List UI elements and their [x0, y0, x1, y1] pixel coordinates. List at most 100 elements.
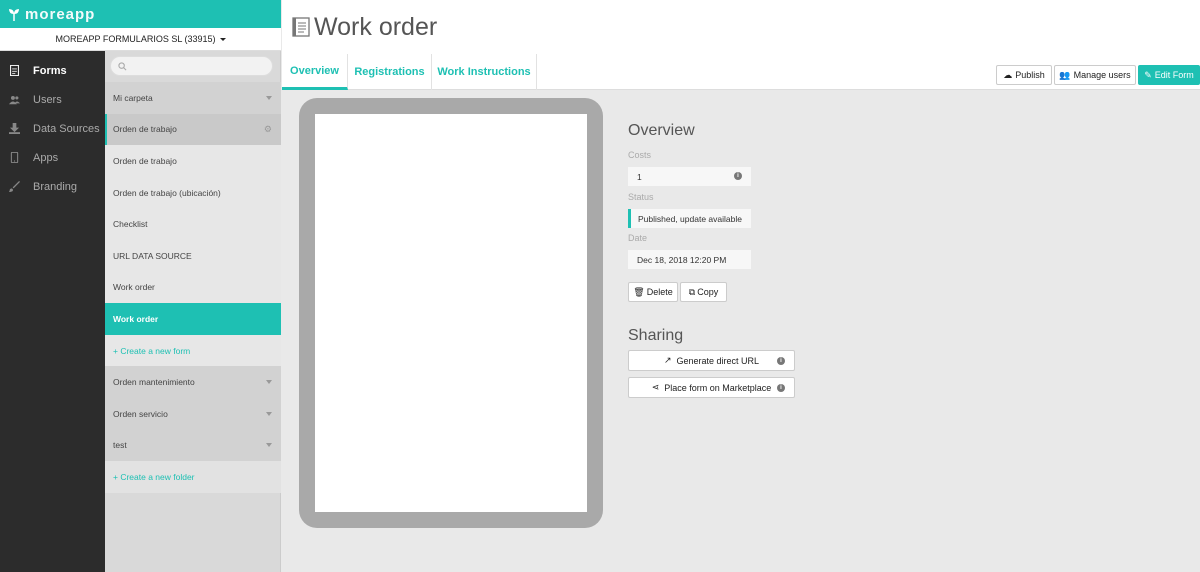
info-icon[interactable]: i	[734, 172, 742, 180]
tab-overview[interactable]: Overview	[282, 54, 348, 90]
brush-icon	[8, 181, 20, 193]
search-input[interactable]	[131, 60, 261, 72]
external-link-icon: ↗	[663, 355, 672, 365]
tab-label: Work Instructions	[437, 66, 531, 78]
status-field: Published, update available	[628, 209, 751, 228]
form-label: Checklist	[113, 219, 148, 230]
publish-button[interactable]: ☁ Publish	[996, 65, 1052, 85]
copy-button[interactable]: ⧉ Copy	[680, 282, 727, 302]
trash-icon: 🗑	[633, 286, 645, 297]
folder-label: test	[113, 440, 127, 451]
generate-direct-url-button[interactable]: ↗ Generate direct URL i	[628, 350, 795, 371]
nav-item-branding[interactable]: Branding	[0, 172, 105, 201]
tab-label: Overview	[290, 64, 339, 77]
date-field: Dec 18, 2018 12:20 PM	[628, 250, 751, 269]
triangle-down-icon	[266, 95, 272, 100]
cloud-upload-icon: ☁	[1003, 69, 1013, 80]
nav-item-label: Branding	[33, 180, 78, 193]
organization-selector[interactable]: MOREAPP FORMULARIOS SL (33915)	[0, 28, 281, 51]
folder-orden-mantenimiento[interactable]: Orden mantenimiento	[105, 366, 281, 398]
folder-test[interactable]: test	[105, 429, 281, 462]
manage-users-label: Manage users	[1073, 70, 1131, 80]
form-item[interactable]: Checklist	[105, 208, 281, 240]
logo-bar: moreapp	[0, 0, 281, 28]
mobile-icon	[8, 152, 20, 164]
logo-text: moreapp	[25, 5, 96, 23]
triangle-down-icon	[266, 443, 272, 448]
direct-url-label: Generate direct URL	[676, 355, 760, 366]
folder-mi-carpeta[interactable]: Mi carpeta	[105, 82, 281, 114]
nav-item-label: Apps	[33, 151, 59, 164]
nav-item-label: Data Sources	[33, 122, 100, 135]
gear-icon[interactable]: ⚙	[264, 124, 272, 135]
create-form-link[interactable]: + Create a new form	[105, 334, 281, 367]
folder-label: Orden de trabajo	[113, 124, 177, 135]
nav-item-apps[interactable]: Apps	[0, 143, 105, 172]
users-icon	[8, 94, 20, 106]
costs-value: 1	[637, 171, 642, 182]
status-label: Status	[628, 192, 654, 202]
form-label: Orden de trabajo (ubicación)	[113, 187, 221, 198]
form-label: Work order	[113, 313, 159, 324]
info-icon[interactable]: i	[777, 357, 785, 365]
publish-label: Publish	[1015, 70, 1045, 80]
sharing-title: Sharing	[628, 327, 684, 344]
share-icon: ⋖	[651, 382, 660, 392]
copy-label: Copy	[697, 287, 719, 297]
folder-orden-de-trabajo[interactable]: Orden de trabajo ⚙	[105, 113, 281, 146]
folder-label: Orden mantenimiento	[113, 377, 195, 388]
title-row: Work order	[282, 0, 1200, 54]
date-value: Dec 18, 2018 12:20 PM	[637, 254, 727, 265]
delete-button[interactable]: 🗑 Delete	[628, 282, 678, 302]
form-item-selected[interactable]: Work order	[105, 303, 281, 335]
nav-item-forms[interactable]: Forms	[0, 56, 105, 85]
document-icon	[8, 65, 20, 77]
form-item[interactable]: Orden de trabajo (ubicación)	[105, 176, 281, 209]
folder-search[interactable]	[110, 56, 273, 76]
create-form-label: + Create a new form	[113, 345, 191, 356]
info-icon[interactable]: i	[777, 384, 785, 392]
pencil-icon: ✎	[1144, 69, 1152, 80]
nav-item-label: Forms	[33, 64, 67, 77]
users-icon: 👥	[1059, 69, 1071, 80]
nav-item-users[interactable]: Users	[0, 85, 105, 114]
page-title: Work order	[314, 12, 438, 41]
form-label: URL DATA SOURCE	[113, 250, 192, 261]
tab-label: Registrations	[354, 66, 425, 78]
tab-work-instructions[interactable]: Work Instructions	[432, 54, 537, 90]
form-item[interactable]: Orden de trabajo	[105, 145, 281, 177]
folder-panel: Mi carpeta Orden de trabajo ⚙ Orden de t…	[105, 51, 281, 572]
logo-icon	[9, 9, 19, 21]
delete-label: Delete	[646, 287, 673, 297]
folder-label: Orden servicio	[113, 408, 168, 419]
marketplace-label: Place form on Marketplace	[664, 382, 772, 393]
copy-icon: ⧉	[688, 286, 696, 297]
create-folder-link[interactable]: + Create a new folder	[105, 461, 281, 493]
nav-list: Forms Users Data Sources Apps Branding	[0, 56, 105, 201]
nav-item-label: Users	[33, 93, 62, 106]
form-item[interactable]: Work order	[105, 271, 281, 304]
folder-orden-servicio[interactable]: Orden servicio	[105, 397, 281, 430]
triangle-down-icon	[266, 380, 272, 385]
download-icon	[8, 123, 20, 135]
status-value: Published, update available	[638, 213, 742, 224]
folder-list: Mi carpeta Orden de trabajo ⚙ Orden de t…	[105, 82, 281, 493]
main-navigation: Forms Users Data Sources Apps Branding	[0, 0, 105, 572]
form-item[interactable]: URL DATA SOURCE	[105, 239, 281, 272]
phone-preview	[299, 98, 603, 528]
overview-title: Overview	[628, 122, 695, 139]
search-icon	[118, 61, 127, 70]
form-label: Work order	[113, 282, 155, 293]
organization-label: MOREAPP FORMULARIOS SL (33915)	[55, 34, 216, 44]
edit-form-button[interactable]: ✎ Edit Form	[1138, 65, 1200, 85]
triangle-down-icon	[266, 411, 272, 416]
nav-item-data-sources[interactable]: Data Sources	[0, 114, 105, 143]
costs-field: 1 i	[628, 167, 751, 186]
folder-label: Mi carpeta	[113, 92, 153, 103]
tab-registrations[interactable]: Registrations	[348, 54, 432, 90]
date-label: Date	[628, 233, 648, 243]
caret-down-icon	[219, 37, 226, 41]
edit-form-label: Edit Form	[1154, 70, 1194, 80]
manage-users-button[interactable]: 👥 Manage users	[1054, 65, 1136, 85]
place-on-marketplace-button[interactable]: ⋖ Place form on Marketplace i	[628, 377, 795, 398]
